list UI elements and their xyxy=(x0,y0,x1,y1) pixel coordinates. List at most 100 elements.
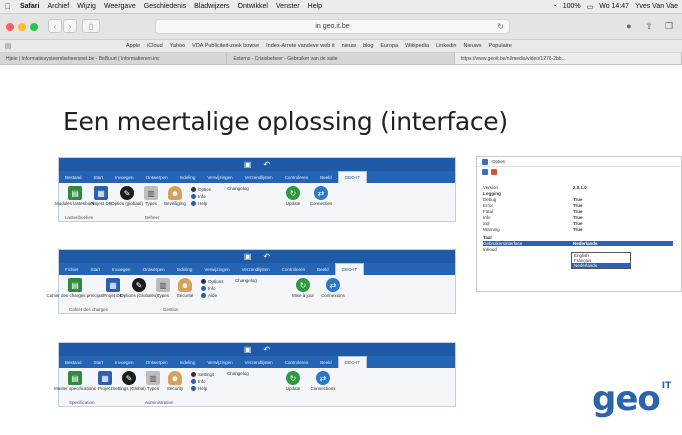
favorite-item[interactable]: Nieuws xyxy=(463,43,481,49)
property-category[interactable]: Taal xyxy=(483,235,673,240)
help-button[interactable]: Help xyxy=(191,200,211,207)
browser-tab-active[interactable]: https://www.geoit.be/nl/media/video/1276… xyxy=(454,53,682,64)
menu-help[interactable]: Help xyxy=(304,3,326,10)
options-small-button[interactable]: Options xyxy=(201,278,224,285)
modules-button[interactable]: ▤ Cahier des charges principal xyxy=(46,278,104,298)
ribbon-tab[interactable]: Verzendlijsten xyxy=(239,171,279,183)
favorite-item[interactable]: nieuw xyxy=(342,43,356,49)
update-button[interactable]: ↻ Update xyxy=(281,186,305,206)
options-button[interactable]: ✎ Options (Globales) xyxy=(120,278,158,298)
close-button[interactable] xyxy=(6,23,14,31)
menu-geschiedenis[interactable]: Geschiedenis xyxy=(140,3,190,10)
info-button[interactable]: Info xyxy=(191,193,211,200)
update-button[interactable]: ↻ Update xyxy=(281,371,305,391)
undo-icon[interactable]: ↶ xyxy=(263,252,270,261)
reload-icon[interactable]: ↻ xyxy=(497,22,504,31)
menu-ontwikkel[interactable]: Ontwikkel xyxy=(234,3,272,10)
ribbon-tab[interactable]: Beeld xyxy=(314,171,338,183)
security-button[interactable]: ☻ Security xyxy=(163,371,187,391)
security-button[interactable]: ☻ Sécurité xyxy=(173,278,197,298)
ribbon-tab[interactable]: Controleren xyxy=(279,356,315,368)
ribbon-tab[interactable]: Ontwerpen xyxy=(140,171,174,183)
undo-icon[interactable]: ↶ xyxy=(263,160,270,169)
ribbon-tab[interactable]: Fichier xyxy=(59,263,85,275)
apple-menu-icon[interactable]:  xyxy=(0,2,16,11)
favorite-item[interactable]: Europa xyxy=(380,43,398,49)
ribbon-tab[interactable]: Indeling xyxy=(174,356,202,368)
property-category[interactable]: Logging xyxy=(483,191,673,196)
options-small-button[interactable]: Opties xyxy=(191,186,211,193)
wifi-icon[interactable]: ◔ xyxy=(552,3,556,10)
property-row[interactable]: Warning True xyxy=(483,227,673,232)
favorite-item[interactable]: Yahoo xyxy=(170,43,186,49)
changelog-button[interactable]: Changelog xyxy=(235,278,257,283)
update-button[interactable]: ↻ Mise à jour xyxy=(291,278,315,298)
menu-safari[interactable]: Safari xyxy=(16,3,43,10)
browser-tab[interactable]: Hjele | Informatiesysteembeheersnet.be -… xyxy=(0,53,228,64)
ribbon-tab[interactable]: Verwijzingen xyxy=(198,263,235,275)
ribbon-tab[interactable]: Verwijzingen xyxy=(201,356,238,368)
favorite-item[interactable]: Index-Arrete vandeve web it xyxy=(266,43,334,49)
sidebar-icon[interactable]: ▤ xyxy=(0,42,16,50)
property-row[interactable]: Error True xyxy=(483,203,673,208)
tabs-overview-icon[interactable]: ❐ xyxy=(662,19,676,33)
security-button[interactable]: ☻ Beveiliging xyxy=(163,186,187,206)
ribbon-tab[interactable]: Controleren xyxy=(279,171,315,183)
user-name[interactable]: Yves Van Vae xyxy=(635,3,678,10)
back-button[interactable]: ‹ xyxy=(48,19,62,33)
help-button[interactable]: Help xyxy=(191,385,214,392)
ribbon-tab-geoit[interactable]: GEO-IT xyxy=(334,263,365,275)
zoom-button[interactable] xyxy=(30,23,38,31)
connections-button[interactable]: ⇄ Connections xyxy=(310,371,336,391)
property-row[interactable]: Sql True xyxy=(483,221,673,226)
battery-percentage[interactable]: 100% xyxy=(563,3,581,10)
property-row[interactable]: Version 2.0.1.0 xyxy=(483,185,673,190)
project-db-button[interactable]: ▦ Project DB xyxy=(89,186,113,206)
ribbon-tab[interactable]: Indeling xyxy=(174,171,202,183)
save-icon[interactable]: ▣ xyxy=(244,345,252,354)
menu-venster[interactable]: Venster xyxy=(272,3,304,10)
info-button[interactable]: Info xyxy=(191,378,214,385)
property-row[interactable]: Debug True xyxy=(483,197,673,202)
ribbon-tab[interactable]: Invoegen xyxy=(109,356,140,368)
ribbon-tab[interactable]: Start xyxy=(85,263,107,275)
favorite-item[interactable]: Populaire xyxy=(489,43,512,49)
ribbon-tab[interactable]: Verwijzingen xyxy=(201,171,238,183)
save-icon[interactable]: ▣ xyxy=(244,160,252,169)
battery-icon[interactable]: ▭ xyxy=(587,3,594,11)
save-icon[interactable]: ▣ xyxy=(244,252,252,261)
changelog-button[interactable]: Changelog xyxy=(227,186,249,191)
favorite-item[interactable]: Wikipedia xyxy=(405,43,429,49)
clock[interactable]: Wo 14:47 xyxy=(599,3,629,10)
sidebar-toggle-button[interactable]: ▯ xyxy=(82,19,100,33)
menu-wijzig[interactable]: Wijzig xyxy=(73,3,100,10)
address-bar[interactable]: in geo.it.be ↻ xyxy=(155,19,510,34)
info-button[interactable]: Info xyxy=(201,285,224,292)
ribbon-tab[interactable]: Verzendlijsten xyxy=(236,263,276,275)
categorized-icon[interactable] xyxy=(482,168,488,175)
options-small-button[interactable]: Settings xyxy=(191,371,214,378)
share-icon[interactable]: ⇧ xyxy=(642,19,656,33)
favorite-item[interactable]: VDA Publiciteit-zoek bowse xyxy=(192,43,259,49)
browser-tab[interactable]: Externs - Crisisbeheer - Gebruiker van d… xyxy=(227,53,455,64)
ribbon-tab[interactable]: Bestand xyxy=(59,171,88,183)
undo-icon[interactable]: ↶ xyxy=(263,345,270,354)
ribbon-tab-geoit[interactable]: GEO-IT xyxy=(337,356,368,368)
language-dropdown[interactable]: English Français Nederlands xyxy=(571,252,631,269)
favorite-item[interactable]: Apple xyxy=(126,43,140,49)
favorite-item[interactable]: Linkedin xyxy=(436,43,457,49)
favorite-item[interactable]: iCloud xyxy=(147,43,163,49)
connections-button[interactable]: ⇄ Connecties xyxy=(309,186,333,206)
ribbon-tab[interactable]: Beeld xyxy=(311,263,335,275)
ribbon-tab[interactable]: Controleren xyxy=(276,263,312,275)
property-row[interactable]: Fatal True xyxy=(483,209,673,214)
ribbon-tab[interactable]: Ontwerpen xyxy=(137,263,171,275)
ribbon-tab[interactable]: Start xyxy=(88,356,110,368)
ribbon-tab[interactable]: Invoegen xyxy=(109,171,140,183)
property-row[interactable]: Info True xyxy=(483,215,673,220)
minimize-button[interactable] xyxy=(18,23,26,31)
menu-bladwijzers[interactable]: Bladwijzers xyxy=(190,3,233,10)
options-button[interactable]: ✎ Opties (globaal) xyxy=(111,186,143,206)
ribbon-tab[interactable]: Indeling xyxy=(171,263,199,275)
alphabetical-icon[interactable] xyxy=(491,168,497,175)
